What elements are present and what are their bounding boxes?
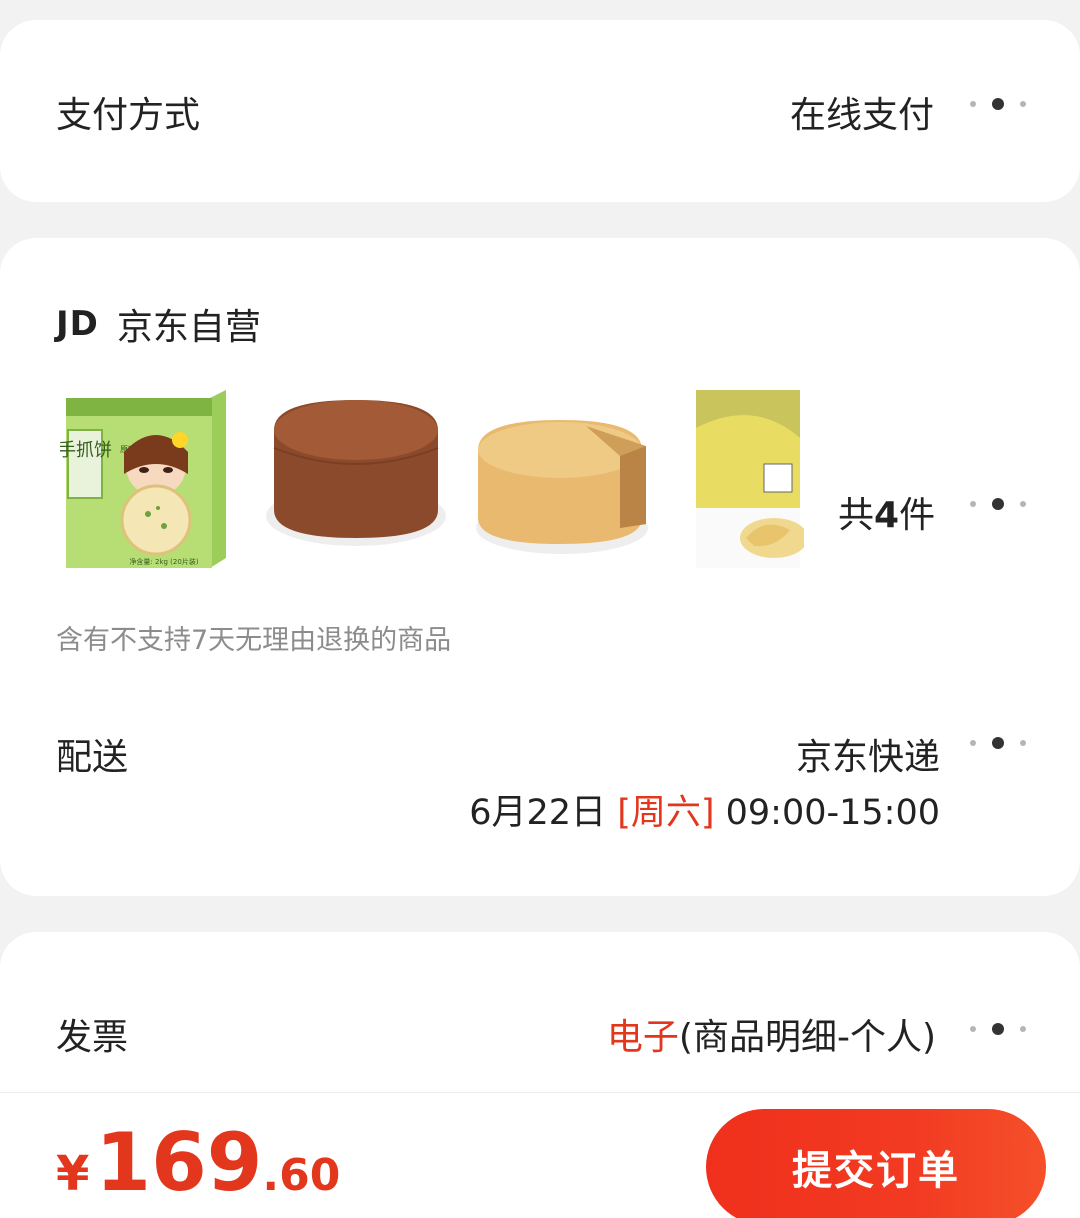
- item-count-number: 4: [874, 495, 900, 536]
- product-thumbnail-3[interactable]: [470, 388, 656, 568]
- checkout-bar: ¥ 169 .60 提交订单: [0, 1092, 1080, 1218]
- order-confirmation-page: 支付方式 在线支付 JD 京东自营 手抓饼 原味 净含量: 2kg (20片装): [0, 0, 1080, 1218]
- more-icon[interactable]: [970, 96, 1026, 112]
- delivery-time-range: 09:00-15:00: [725, 793, 940, 833]
- product-thumbnail-4[interactable]: [694, 388, 804, 568]
- item-count-prefix: 共: [838, 495, 875, 536]
- delivery-date: 6月22日: [469, 793, 607, 833]
- shop-header: JD 京东自营: [56, 298, 261, 350]
- price-integer: 169: [95, 1116, 263, 1209]
- product-1-weight: 净含量: 2kg (20片装): [129, 557, 198, 566]
- total-price: ¥ 169 .60: [56, 1121, 340, 1205]
- product-1-box-label: 手抓饼: [60, 440, 112, 461]
- jd-logo: JD: [56, 304, 99, 344]
- currency-symbol: ¥: [56, 1146, 90, 1202]
- more-icon[interactable]: [970, 735, 1026, 751]
- item-count-suffix: 件: [899, 495, 936, 536]
- invoice-value: 电子(商品明细-个人): [607, 1008, 936, 1060]
- invoice-detail: (商品明细-个人): [678, 1017, 936, 1058]
- submit-order-button[interactable]: 提交订单: [706, 1109, 1046, 1218]
- payment-method-card[interactable]: 支付方式 在线支付: [0, 20, 1080, 202]
- payment-method-value: 在线支付: [789, 95, 934, 136]
- return-policy-notice: 含有不支持7天无理由退换的商品: [56, 625, 452, 656]
- payment-method-label: 支付方式: [56, 95, 201, 136]
- invoice-label: 发票: [56, 1017, 129, 1058]
- delivery-carrier: 京东快递: [795, 737, 940, 778]
- price-decimal: .60: [262, 1150, 341, 1201]
- product-thumbnail-2[interactable]: [262, 388, 446, 568]
- more-icon[interactable]: [970, 1021, 1026, 1037]
- item-count[interactable]: 共4件: [838, 486, 935, 538]
- delivery-weekday: [周六]: [617, 793, 715, 833]
- shop-order-card: JD 京东自营 手抓饼 原味 净含量: 2kg (20片装): [0, 238, 1080, 896]
- delivery-label: 配送: [56, 737, 129, 778]
- invoice-type: 电子: [606, 1017, 679, 1058]
- delivery-time[interactable]: 6月22日 [周六] 09:00-15:00: [469, 784, 940, 835]
- more-icon[interactable]: [970, 496, 1026, 512]
- product-thumbnail-1[interactable]: 手抓饼 原味 净含量: 2kg (20片装): [60, 388, 230, 568]
- shop-name: 京东自营: [116, 307, 261, 348]
